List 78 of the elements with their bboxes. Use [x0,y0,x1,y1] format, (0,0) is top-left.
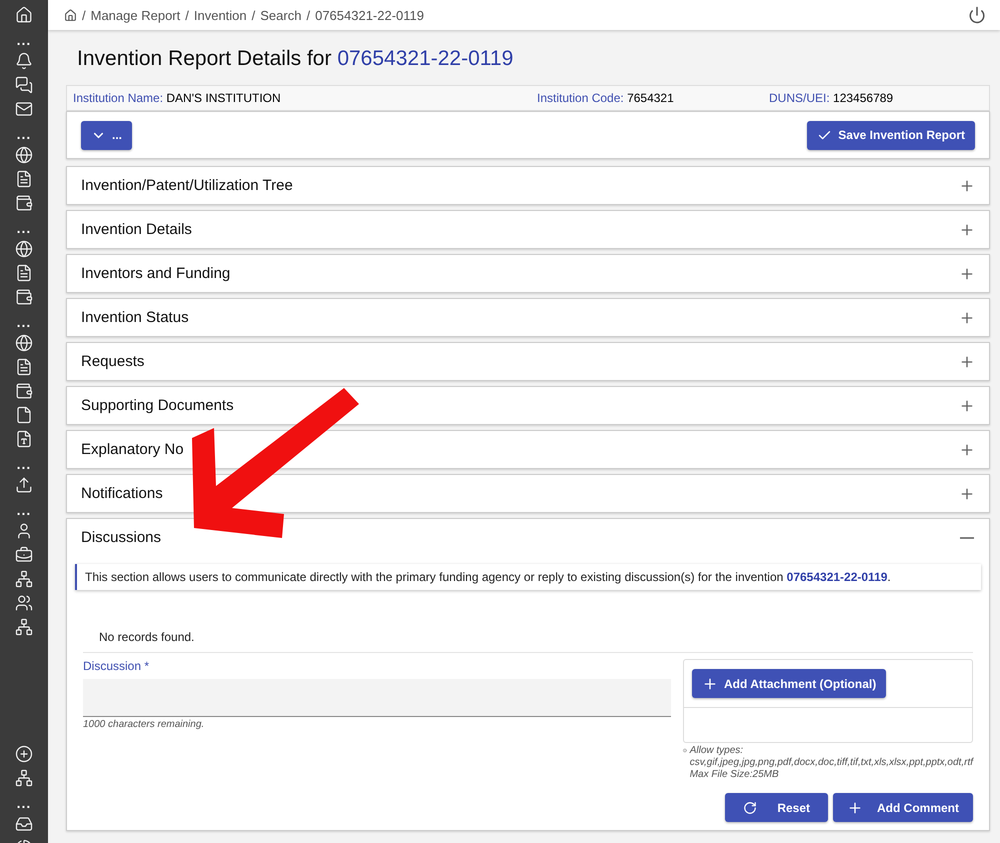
institution-info: Institution Name: DAN'S INSTITUTION [73,91,282,105]
discussion-field[interactable] [83,679,671,717]
globe-icon[interactable] [15,334,33,352]
expand-icon [959,266,975,282]
expand-icon [959,442,975,458]
breadcrumb-link[interactable]: 07654321-22-0119 [315,8,424,22]
characters-remaining: 1000 characters remaining. [83,719,206,730]
more-dots: ... [16,222,32,234]
section-header[interactable]: Explanatory No [67,431,989,468]
reset-button[interactable]: Reset [725,793,828,822]
section-header[interactable]: Discussions [67,519,989,556]
more-dots: ... [16,458,32,470]
section-header[interactable]: Invention Details [67,211,989,248]
add-comment-button[interactable]: Add Comment [833,793,973,822]
breadcrumb-separator: / [82,8,86,22]
section-header[interactable]: Requests [67,343,989,380]
empty-message: No records found. [83,590,973,653]
section-header[interactable]: Invention/Patent/Utilization Tree [67,167,989,204]
reset-icon [743,800,758,814]
briefcase-icon[interactable] [15,546,33,564]
inbox-icon[interactable] [15,815,33,833]
document-icon[interactable] [15,358,33,376]
plus-icon [702,676,718,692]
upload-icon[interactable] [15,476,33,494]
menu-button[interactable]: ... [81,120,132,150]
plus-icon [847,800,863,816]
institution-info: DUNS/UEI: 123456789 [769,91,894,105]
more-dots: ... [16,34,32,46]
more-dots: ... [16,504,32,516]
more-dots: ... [16,316,32,328]
pdf-file-icon[interactable] [15,430,33,448]
plus-circle-icon[interactable] [15,745,33,763]
page-title: Invention Report Details for 07654321-22-0119 [77,47,514,72]
expand-icon [959,222,975,238]
wallet-icon[interactable] [15,194,33,212]
breadcrumb-link[interactable]: Search [260,8,302,22]
wallet-icon[interactable] [15,288,33,306]
section-notice: This section allows users to communicate directly with the primary funding agency or reply to existing discussion(s) for the invention 07654321-22-0119. [75,564,981,590]
globe-icon[interactable] [15,240,33,258]
file-type-note: Max File Size:25MB [690,769,780,781]
more-dots: ... [16,797,32,809]
chat-icon[interactable] [15,76,33,94]
section-header[interactable]: Invention Status [67,299,989,336]
mail-icon[interactable] [15,100,33,118]
breadcrumb-separator: / [252,8,256,22]
wallet-icon[interactable] [15,382,33,400]
section-header[interactable]: Supporting Documents [67,387,989,424]
home-icon[interactable] [64,8,77,22]
breadcrumb-link[interactable]: Manage Report [90,8,180,22]
user-icon[interactable] [15,522,33,540]
bell-icon[interactable] [15,52,33,70]
hierarchy-icon[interactable] [15,769,33,787]
file-icon[interactable] [15,406,33,424]
expand-icon [959,486,975,502]
report-number-link[interactable]: 07654321-22-0119 [786,570,888,584]
hierarchy-icon[interactable] [15,618,33,636]
breadcrumb-link[interactable]: Invention [194,8,247,22]
save-button[interactable]: Save Invention Report [807,120,975,150]
institution-info: Institution Code: 7654321 [537,91,675,105]
power-icon[interactable] [968,6,986,24]
file-type-note: csv,gif,jpeg,jpg,png,pdf,docx,doc,tiff,tif,txt,xls,xlsx,ppt,pptx,odt,rtf [690,757,973,769]
field-label: Discussion * [83,659,150,673]
expand-icon [959,354,975,370]
expand-icon [959,310,975,326]
expand-icon [959,178,975,194]
document-icon[interactable] [15,264,33,282]
users-icon[interactable] [15,594,33,612]
breadcrumb-separator: / [185,8,189,22]
more-dots: ... [16,128,32,140]
section-header[interactable]: Inventors and Funding [67,255,989,292]
expand-icon [959,398,975,414]
file-type-note: Allow types: [690,745,744,757]
add-attachment-button[interactable]: Add Attachment (Optional) [692,669,886,698]
breadcrumb-separator: / [306,8,310,22]
hierarchy-icon[interactable] [15,570,33,588]
document-icon[interactable] [15,170,33,188]
section-header[interactable]: Notifications [67,475,989,512]
globe-icon[interactable] [15,146,33,164]
